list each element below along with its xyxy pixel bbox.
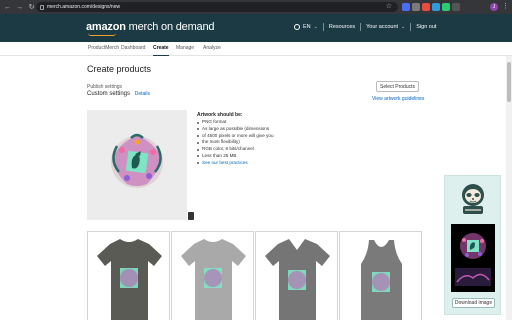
back-icon[interactable]: ← — [3, 3, 12, 12]
tab-dashboard[interactable]: Dashboard — [121, 45, 145, 56]
header-menu: EN ⌄ Resources Your account ⌄ Sign out — [294, 23, 436, 31]
product-card-premium-tshirt[interactable] — [171, 231, 254, 320]
url-text: merch.amazon.com/designs/new — [47, 4, 121, 10]
site-header: amazon merch on demand EN ⌄ Resources Yo… — [0, 14, 512, 42]
lock-icon — [40, 4, 44, 10]
scrollbar-thumb[interactable] — [507, 62, 511, 102]
artwork-preview-image — [455, 233, 491, 286]
product-card-v-neck-tshirt[interactable] — [255, 231, 338, 320]
extensions — [402, 3, 460, 11]
product-card-tank-top[interactable] — [339, 231, 422, 320]
artwork-upload-area[interactable] — [87, 110, 187, 220]
design-preview-panel: Download image — [444, 175, 501, 315]
tab-create[interactable]: Create — [153, 45, 169, 56]
tshirt-mockup — [97, 239, 162, 320]
custom-settings: Custom settings Details — [87, 91, 150, 97]
forward-icon[interactable]: → — [15, 3, 24, 12]
requirement-item: RGB color, 8 bits/channel — [197, 146, 287, 153]
custom-settings-label: Custom settings — [87, 91, 131, 97]
amazon-smile-icon — [88, 33, 116, 36]
tab-manage[interactable]: Manage — [176, 45, 194, 56]
tab-productmerch[interactable]: ProductMerch — [88, 45, 119, 56]
select-products-button[interactable]: Select Products — [376, 81, 419, 92]
trash-icon[interactable] — [188, 212, 194, 220]
merch-logo[interactable]: amazon merch on demand — [86, 21, 215, 36]
artwork-requirements-list: PNG format As large as possible (dimensi… — [197, 119, 287, 167]
page-scrollbar[interactable] — [506, 56, 512, 320]
extension-icon[interactable] — [422, 3, 430, 11]
tshirt-mockup — [181, 239, 246, 320]
extension-icon[interactable] — [412, 3, 420, 11]
view-guidelines-link[interactable]: View artwork guidelines — [372, 96, 424, 102]
requirement-item: the most flexibility) — [197, 139, 287, 146]
extension-icon[interactable] — [452, 3, 460, 11]
artwork-image — [111, 133, 163, 188]
extension-icon[interactable] — [442, 3, 450, 11]
artwork-requirements-title: Artwork should be: — [197, 112, 243, 118]
divider — [410, 23, 412, 31]
dark-background-preview — [451, 224, 495, 292]
divider — [360, 23, 362, 31]
address-bar[interactable]: merch.amazon.com/designs/new ☆ — [36, 2, 398, 12]
globe-icon — [294, 24, 300, 30]
product-card-standard-tshirt[interactable] — [87, 231, 170, 320]
publish-settings-label: Publish settings — [87, 84, 123, 90]
sloth-mascot-icon — [462, 184, 484, 214]
brand-prefix: amazon — [86, 21, 126, 33]
tshirt-mockup — [265, 239, 330, 320]
account-menu[interactable]: Your account — [366, 24, 398, 30]
extension-icon[interactable] — [402, 3, 410, 11]
brand-suffix: merch on demand — [128, 21, 215, 33]
requirement-item: of 4500 pixels or more will give you — [197, 133, 287, 140]
requirement-item: PNG format — [197, 119, 287, 126]
sub-navigation: ProductMerch Dashboard Create Manage Ana… — [0, 42, 512, 56]
language-select[interactable]: EN — [303, 24, 311, 30]
resources-link[interactable]: Resources — [329, 24, 355, 30]
tank-top-mockup — [361, 240, 402, 320]
requirement-item: Less than 25 MB — [197, 153, 287, 160]
best-practices-link[interactable]: See our best practices — [197, 160, 287, 167]
profile-avatar[interactable]: J — [490, 3, 498, 11]
divider — [322, 23, 324, 31]
tab-analyze[interactable]: Analyze — [203, 45, 221, 56]
download-image-button[interactable]: Download image — [452, 298, 495, 308]
bookmark-star-icon[interactable]: ☆ — [386, 2, 392, 12]
extension-icon[interactable] — [432, 3, 440, 11]
page-title: Create products — [87, 64, 152, 74]
browser-menu-icon[interactable]: ⋮ — [502, 2, 509, 12]
reload-icon[interactable]: ↻ — [27, 3, 36, 12]
requirement-item: As large as possible (dimensions — [197, 126, 287, 133]
sign-out-link[interactable]: Sign out — [416, 24, 436, 30]
chevron-down-icon[interactable]: ⌄ — [314, 24, 318, 30]
details-link[interactable]: Details — [135, 91, 150, 97]
browser-toolbar: ← → ↻ merch.amazon.com/designs/new ☆ J ⋮ — [0, 0, 512, 14]
chevron-down-icon[interactable]: ⌄ — [401, 24, 405, 30]
